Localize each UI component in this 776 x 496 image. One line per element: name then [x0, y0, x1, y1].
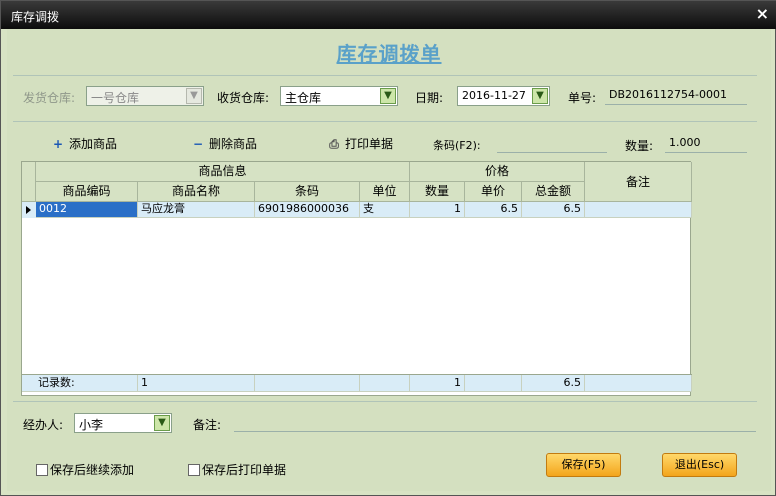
- cell-qty[interactable]: 1: [410, 202, 465, 218]
- col-total: 总金额: [522, 182, 585, 202]
- quantity-input[interactable]: 1.000: [665, 133, 747, 153]
- remark-input[interactable]: [234, 412, 756, 432]
- from-warehouse-select: 一号仓库 ▼: [86, 86, 204, 106]
- window-title: 库存调拨: [11, 10, 60, 24]
- date-value: 2016-11-27: [462, 89, 526, 102]
- footer-label: 记录数:: [22, 375, 138, 392]
- continue-add-checkbox[interactable]: 保存后继续添加: [36, 461, 135, 477]
- cell-note[interactable]: [585, 202, 692, 218]
- checkbox-box[interactable]: [36, 464, 48, 476]
- form-body: 库存调拨单 发货仓库: 一号仓库 ▼ 收货仓库: 主仓库 ▼ 日期: 2016-…: [7, 29, 771, 491]
- delete-product-button[interactable]: − 删除商品: [191, 135, 257, 151]
- print-after-save-label: 保存后打印单据: [202, 463, 287, 477]
- page-title: 库存调拨单: [336, 42, 442, 66]
- chevron-down-icon: ▼: [186, 88, 202, 104]
- checkbox-box[interactable]: [188, 464, 200, 476]
- col-barcode: 条码: [255, 182, 360, 202]
- footer-empty: [360, 375, 410, 392]
- from-warehouse-label: 发货仓库:: [23, 91, 76, 105]
- exit-button[interactable]: 退出(Esc): [662, 453, 737, 477]
- to-warehouse-label: 收货仓库:: [217, 91, 270, 105]
- chevron-down-icon[interactable]: ▼: [380, 88, 396, 104]
- col-unit: 单位: [360, 182, 410, 202]
- footer-qty: 1: [410, 375, 465, 392]
- barcode-input[interactable]: [497, 133, 607, 153]
- cell-unit[interactable]: 支: [360, 202, 410, 218]
- handler-select[interactable]: 小李 ▼: [74, 413, 172, 433]
- cell-price[interactable]: 6.5: [465, 202, 522, 218]
- footer-total: 6.5: [522, 375, 585, 392]
- cell-name[interactable]: 马应龙膏: [138, 202, 255, 218]
- title-bar: 库存调拨 ×: [1, 1, 776, 29]
- col-note: 备注: [585, 162, 692, 202]
- barcode-label: 条码(F2):: [433, 139, 481, 152]
- row-pointer-icon: [26, 206, 31, 214]
- divider: [13, 75, 757, 76]
- col-price: 单价: [465, 182, 522, 202]
- quantity-label: 数量:: [625, 139, 654, 153]
- to-warehouse-select[interactable]: 主仓库 ▼: [280, 86, 398, 106]
- group-price: 价格: [410, 162, 585, 182]
- order-no-label: 单号:: [568, 91, 597, 105]
- col-code: 商品编码: [36, 182, 138, 202]
- product-grid: 商品信息 价格 备注 商品编码 商品名称 条码 单位 数量 单价 总金额 001…: [21, 161, 692, 396]
- chevron-down-icon[interactable]: ▼: [532, 88, 548, 104]
- col-qty: 数量: [410, 182, 465, 202]
- handler-label: 经办人:: [23, 418, 64, 432]
- save-button[interactable]: 保存(F5): [546, 453, 621, 477]
- to-warehouse-value: 主仓库: [285, 91, 322, 105]
- close-icon[interactable]: ×: [756, 4, 769, 23]
- remark-label: 备注:: [193, 418, 222, 432]
- chevron-down-icon[interactable]: ▼: [154, 415, 170, 431]
- group-product-info: 商品信息: [36, 162, 410, 182]
- order-no-field[interactable]: DB2016112754-0001: [605, 85, 747, 105]
- stock-transfer-window: 库存调拨 × 库存调拨单 发货仓库: 一号仓库 ▼ 收货仓库: 主仓库 ▼ 日期…: [0, 0, 776, 496]
- print-button[interactable]: ⎙ 打印单据: [327, 135, 393, 151]
- minus-icon: −: [192, 137, 204, 151]
- col-name: 商品名称: [138, 182, 255, 202]
- footer-empty: [465, 375, 522, 392]
- grid-corner: [22, 162, 36, 202]
- handler-value: 小李: [79, 418, 104, 432]
- footer-empty: [585, 375, 692, 392]
- plus-icon: +: [52, 137, 64, 151]
- cell-total[interactable]: 6.5: [522, 202, 585, 218]
- delete-product-label: 删除商品: [209, 137, 258, 151]
- footer-empty: [255, 375, 360, 392]
- print-label: 打印单据: [345, 137, 394, 151]
- grid-footer: 记录数: 1 1 6.5: [22, 374, 692, 392]
- add-product-button[interactable]: + 添加商品: [51, 135, 117, 151]
- print-after-save-checkbox[interactable]: 保存后打印单据: [188, 461, 287, 477]
- cell-barcode[interactable]: 6901986000036: [255, 202, 360, 218]
- continue-add-label: 保存后继续添加: [50, 463, 135, 477]
- divider: [13, 121, 757, 122]
- cell-code[interactable]: 0012: [36, 202, 138, 218]
- table-row[interactable]: 0012 马应龙膏 6901986000036 支 1 6.5 6.5: [22, 202, 692, 218]
- add-product-label: 添加商品: [69, 137, 118, 151]
- date-picker[interactable]: 2016-11-27 ▼: [457, 86, 550, 106]
- divider: [13, 401, 757, 402]
- footer-count: 1: [138, 375, 255, 392]
- date-label: 日期:: [415, 91, 444, 105]
- from-warehouse-value: 一号仓库: [91, 91, 140, 105]
- printer-icon: ⎙: [329, 137, 339, 151]
